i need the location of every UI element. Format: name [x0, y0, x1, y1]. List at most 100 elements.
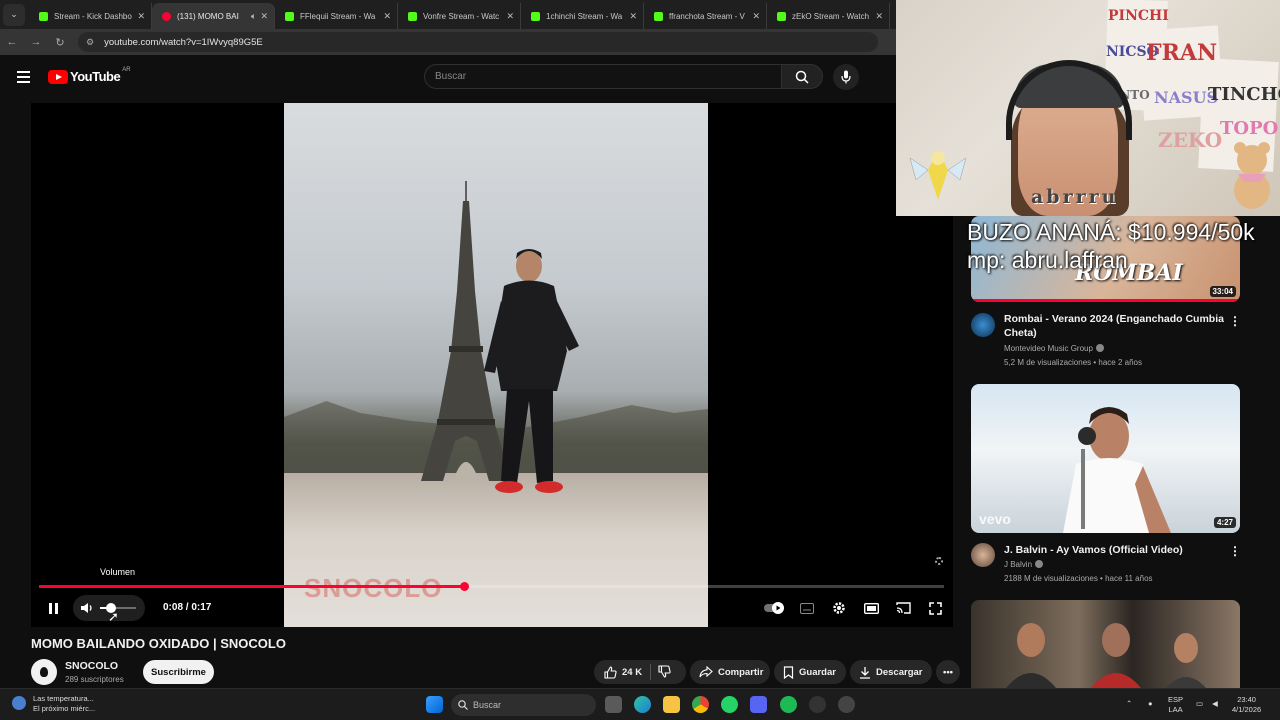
browser-tab[interactable]: ffranchota Stream - V ✕: [644, 3, 767, 29]
tray-overflow-icon[interactable]: ⌃: [1126, 699, 1132, 709]
address-bar[interactable]: ⚙ youtube.com/watch?v=1IWvyq89G5E: [78, 32, 878, 52]
dancer-image: [484, 249, 579, 493]
sidebar-video-2[interactable]: vevo 4:27 J. Balvin - Ay Vamos (Official…: [971, 384, 1241, 583]
reload-button[interactable]: ↻: [48, 36, 72, 49]
save-label: Guardar: [799, 666, 836, 678]
cast-button[interactable]: [893, 598, 913, 618]
tab-audio-icon[interactable]: 🔈︎: [251, 11, 256, 22]
more-actions-button[interactable]: •••: [936, 660, 960, 684]
search-input[interactable]: Buscar: [424, 64, 782, 89]
like-count: 24 K: [622, 666, 643, 678]
tabs-container: Stream - Kick Dashbo ✕ (131) MOMO BAI 🔈︎ ✕ FF…: [29, 0, 890, 29]
address-url: youtube.com/watch?v=1IWvyq89G5E: [104, 36, 263, 48]
pause-button[interactable]: [46, 598, 60, 618]
loading-indicator-icon: [935, 557, 943, 565]
sidebar-channel-name[interactable]: J Balvin: [1004, 560, 1044, 569]
search-icon: [795, 70, 809, 84]
sidebar-channel-text: J Balvin: [1004, 560, 1033, 569]
progress-bar[interactable]: [39, 582, 944, 591]
channel-avatar[interactable]: [31, 659, 57, 685]
close-tab-icon[interactable]: ✕: [383, 11, 391, 22]
close-tab-icon[interactable]: ✕: [506, 11, 514, 22]
channel-name[interactable]: SNOCOLO: [65, 660, 118, 672]
weather-widget[interactable]: Las temperatura... El próximo miérc...: [12, 694, 95, 714]
kick-icon: [777, 11, 786, 21]
share-button[interactable]: Compartir: [690, 660, 770, 684]
microphone-icon[interactable]: ●: [1148, 699, 1153, 709]
fullscreen-button[interactable]: [925, 598, 945, 618]
back-button[interactable]: ←: [0, 36, 24, 48]
spotify-icon[interactable]: [780, 696, 797, 713]
youtube-play-icon: [48, 69, 68, 84]
close-tab-icon[interactable]: ✕: [629, 11, 637, 22]
close-tab-icon[interactable]: ✕: [260, 11, 268, 22]
youtube-icon: [162, 11, 171, 21]
sidebar-video-title[interactable]: J. Balvin - Ay Vamos (Official Video): [1004, 543, 1224, 557]
browser-tab[interactable]: 1chinchi Stream - Wa ✕: [521, 3, 644, 29]
close-tab-icon[interactable]: ✕: [752, 11, 760, 22]
volume-button[interactable]: [79, 598, 95, 618]
save-button[interactable]: Guardar: [774, 660, 846, 684]
browser-tab[interactable]: FFlequii Stream - Wa ✕: [275, 3, 398, 29]
more-horizontal-icon: •••: [943, 666, 953, 678]
task-view-icon[interactable]: [605, 696, 622, 713]
cast-icon: [895, 602, 911, 614]
tab-title: zEkO Stream - Watch: [792, 11, 870, 21]
clock[interactable]: 23:40 4/1/2026: [1232, 695, 1261, 715]
browser-tab[interactable]: (131) MOMO BAI 🔈︎ ✕: [152, 3, 275, 29]
volume-icon: [81, 603, 92, 613]
video-duration: 4:27: [1213, 517, 1236, 528]
subtitles-button[interactable]: [797, 598, 817, 618]
clock-time: 23:40: [1237, 695, 1256, 704]
chrome-icon[interactable]: [692, 696, 709, 713]
autoplay-toggle[interactable]: [764, 598, 786, 618]
theater-mode-button[interactable]: [861, 598, 881, 618]
video-frame[interactable]: SNOCOLO: [284, 103, 708, 627]
network-icon[interactable]: ▭: [1196, 699, 1203, 709]
app-icon[interactable]: [838, 696, 855, 713]
sidebar-thumbnail[interactable]: vevo 4:27: [971, 384, 1240, 533]
language-indicator[interactable]: ESP LAA: [1168, 695, 1183, 715]
subscribe-button[interactable]: Suscribirme: [143, 660, 214, 684]
windows-start-icon[interactable]: [426, 696, 443, 713]
sidebar-video-title[interactable]: Rombai - Verano 2024 (Enganchado Cumbia …: [1004, 312, 1224, 340]
youtube-logo[interactable]: YouTube AR: [48, 67, 131, 84]
voice-search-button[interactable]: [833, 64, 859, 90]
verified-icon: [1035, 560, 1044, 568]
like-button[interactable]: 24 K: [604, 665, 643, 679]
dislike-button[interactable]: [658, 665, 676, 681]
video-player[interactable]: SNOCOLO Volumen ➚ 0:08 / 0:17: [31, 103, 953, 627]
sidebar-channel-name[interactable]: Montevideo Music Group: [1004, 344, 1104, 353]
browser-tab-strip: ⌄ Stream - Kick Dashbo ✕ (131) MOMO BAI 🔈︎ ✕…: [0, 0, 896, 29]
download-label: Descargar: [876, 666, 923, 678]
channel-avatar[interactable]: [971, 543, 995, 567]
browser-tab[interactable]: zEkO Stream - Watch ✕: [767, 3, 890, 29]
forward-button[interactable]: →: [24, 36, 48, 48]
discord-icon[interactable]: [750, 696, 767, 713]
edge-icon[interactable]: [634, 696, 651, 713]
taskbar-search[interactable]: Buscar: [451, 694, 596, 716]
more-vertical-icon[interactable]: ⋮: [1229, 544, 1241, 558]
speaker-icon[interactable]: ◀: [1212, 699, 1218, 709]
file-explorer-icon[interactable]: [663, 696, 680, 713]
sidebar-video-3[interactable]: [971, 600, 1240, 688]
channel-avatar[interactable]: [971, 313, 995, 337]
close-tab-icon[interactable]: ✕: [875, 11, 883, 22]
obs-icon[interactable]: [809, 696, 826, 713]
browser-tab[interactable]: Stream - Kick Dashbo ✕: [29, 3, 152, 29]
tab-title: Vonfre Stream - Watc: [423, 11, 500, 21]
tab-search-button[interactable]: ⌄: [3, 3, 25, 26]
promo-line-1: BUZO ANANÁ: $10.994/50k: [967, 219, 1255, 245]
download-button[interactable]: Descargar: [850, 660, 932, 684]
more-vertical-icon[interactable]: ⋮: [1229, 314, 1241, 328]
search-button[interactable]: [781, 64, 823, 89]
sidebar-thumbnail[interactable]: [971, 600, 1240, 688]
settings-button[interactable]: [829, 598, 849, 618]
site-info-icon[interactable]: ⚙: [86, 37, 94, 48]
thumbnail-label: vevo: [979, 511, 1011, 527]
close-tab-icon[interactable]: ✕: [137, 11, 145, 22]
menu-icon[interactable]: [17, 71, 30, 86]
browser-tab[interactable]: Vonfre Stream - Watc ✕: [398, 3, 521, 29]
whatsapp-icon[interactable]: [721, 696, 738, 713]
singer-image: [1063, 407, 1171, 533]
